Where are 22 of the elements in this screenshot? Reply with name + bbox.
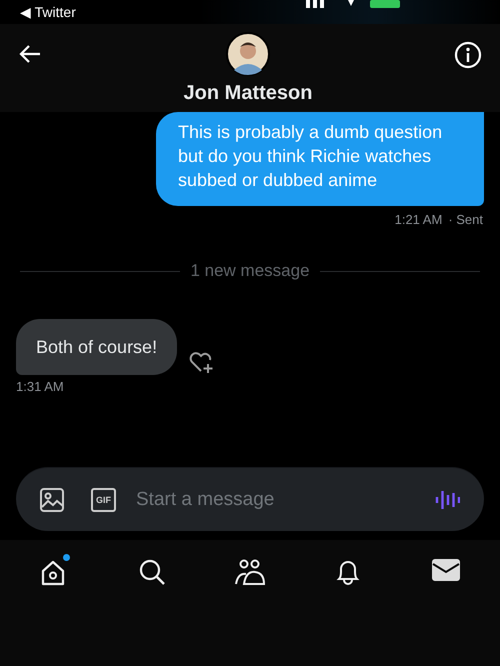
received-message-bubble: Both of course!	[16, 319, 178, 375]
battery-icon	[370, 0, 400, 8]
image-icon[interactable]	[39, 486, 65, 512]
wifi-icon	[346, 0, 356, 8]
sent-message-bubble: This is probably a dumb question but do you think Richie watches subbed or dubbed anime	[156, 112, 484, 206]
avatar[interactable]	[226, 32, 270, 76]
new-message-divider-label: 1 new message	[190, 261, 310, 281]
message-input[interactable]: Start a message	[136, 488, 408, 510]
message-composer[interactable]: GIF Start a message	[16, 467, 484, 531]
envelope-icon[interactable]	[432, 558, 460, 582]
contact-name: Jon Matteson	[184, 82, 312, 105]
heart-plus-icon[interactable]	[189, 351, 216, 375]
gif-button[interactable]: GIF	[91, 488, 116, 512]
back-to-app-link[interactable]: ◀ Twitter	[20, 4, 76, 20]
people-icon[interactable]	[234, 558, 266, 586]
message-time: 1:31 AM	[16, 379, 65, 394]
back-arrow-icon[interactable]	[18, 44, 42, 64]
info-icon[interactable]	[454, 41, 482, 69]
search-icon[interactable]	[138, 558, 166, 586]
bell-icon[interactable]	[335, 558, 361, 586]
message-time: 1:21 AM	[394, 212, 442, 227]
message-status: · Sent	[448, 212, 483, 227]
